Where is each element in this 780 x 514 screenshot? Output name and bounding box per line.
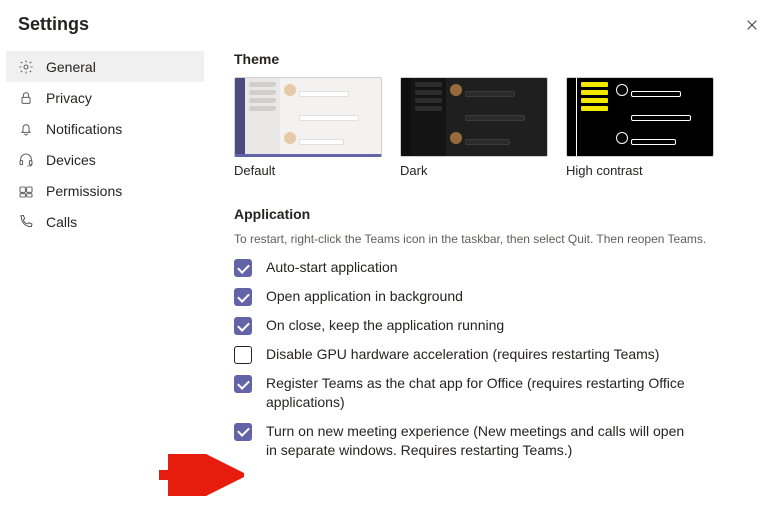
application-options: Auto-start application Open application … — [234, 258, 754, 460]
option-disable-gpu: Disable GPU hardware acceleration (requi… — [234, 345, 754, 364]
application-hint: To restart, right-click the Teams icon i… — [234, 232, 754, 246]
headset-icon — [18, 152, 34, 168]
sidebar-item-label: Calls — [46, 214, 77, 230]
checkbox-open-background[interactable] — [234, 288, 252, 306]
lock-icon — [18, 90, 34, 106]
theme-option-high-contrast[interactable]: High contrast — [566, 77, 714, 178]
option-label: Register Teams as the chat app for Offic… — [266, 374, 696, 412]
sidebar: General Privacy Notifications Devices Pe — [6, 45, 204, 460]
theme-label: High contrast — [566, 163, 714, 178]
theme-option-default[interactable]: Default — [234, 77, 382, 178]
option-label: Open application in background — [266, 287, 463, 306]
page-title: Settings — [18, 14, 89, 35]
sidebar-item-label: Devices — [46, 152, 96, 168]
sidebar-item-devices[interactable]: Devices — [6, 144, 204, 175]
bell-icon — [18, 121, 34, 137]
sidebar-item-permissions[interactable]: Permissions — [6, 175, 204, 206]
checkbox-auto-start[interactable] — [234, 259, 252, 277]
sidebar-item-label: General — [46, 59, 96, 75]
option-open-background: Open application in background — [234, 287, 754, 306]
gear-icon — [18, 59, 34, 75]
theme-preview-high-contrast — [566, 77, 714, 157]
main-panel: Theme Default — [204, 45, 780, 460]
sidebar-item-privacy[interactable]: Privacy — [6, 82, 204, 113]
option-on-close-keep-running: On close, keep the application running — [234, 316, 754, 335]
theme-option-dark[interactable]: Dark — [400, 77, 548, 178]
sidebar-item-notifications[interactable]: Notifications — [6, 113, 204, 144]
option-register-chat-app: Register Teams as the chat app for Offic… — [234, 374, 754, 412]
sidebar-item-calls[interactable]: Calls — [6, 206, 204, 237]
option-label: Turn on new meeting experience (New meet… — [266, 422, 696, 460]
close-icon — [745, 18, 759, 32]
option-label: On close, keep the application running — [266, 316, 504, 335]
key-icon — [18, 183, 34, 199]
annotation-arrow-icon — [154, 454, 244, 496]
option-label: Disable GPU hardware acceleration (requi… — [266, 345, 659, 364]
theme-selector: Default Dark — [234, 77, 754, 178]
sidebar-item-label: Notifications — [46, 121, 122, 137]
theme-label: Default — [234, 163, 382, 178]
sidebar-item-general[interactable]: General — [6, 51, 204, 82]
checkbox-disable-gpu[interactable] — [234, 346, 252, 364]
close-button[interactable] — [742, 15, 762, 35]
theme-label: Dark — [400, 163, 548, 178]
option-label: Auto-start application — [266, 258, 398, 277]
theme-preview-default — [234, 77, 382, 157]
sidebar-item-label: Permissions — [46, 183, 122, 199]
option-auto-start: Auto-start application — [234, 258, 754, 277]
theme-heading: Theme — [234, 51, 754, 67]
phone-icon — [18, 214, 34, 230]
sidebar-item-label: Privacy — [46, 90, 92, 106]
checkbox-on-close-keep-running[interactable] — [234, 317, 252, 335]
checkbox-new-meeting-experience[interactable] — [234, 423, 252, 441]
theme-preview-dark — [400, 77, 548, 157]
option-new-meeting-experience: Turn on new meeting experience (New meet… — [234, 422, 754, 460]
checkbox-register-chat-app[interactable] — [234, 375, 252, 393]
application-heading: Application — [234, 206, 754, 222]
